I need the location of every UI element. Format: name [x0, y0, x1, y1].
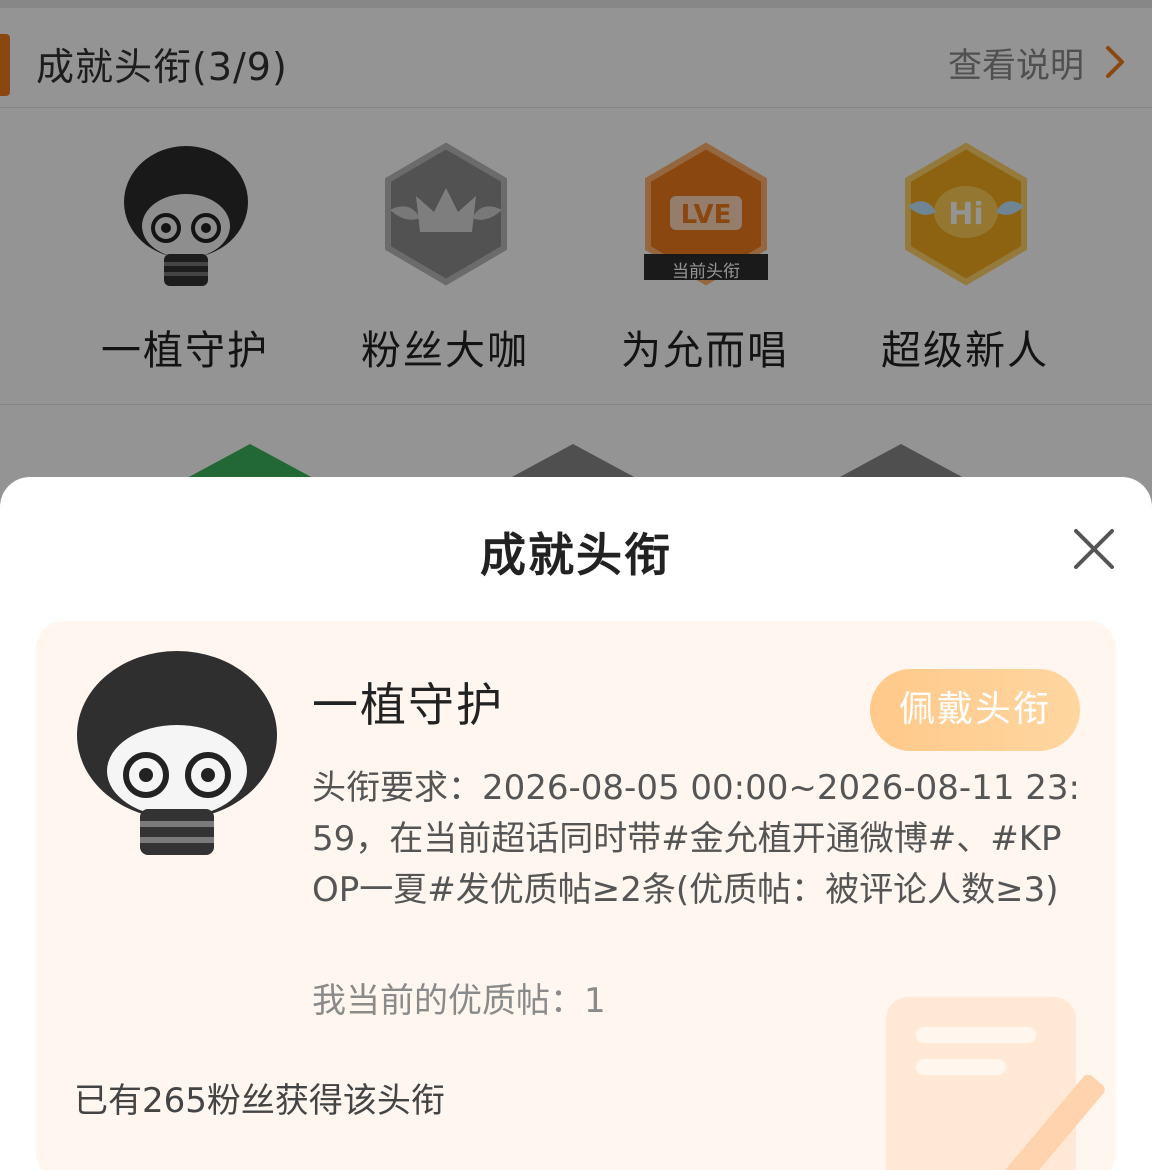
close-icon[interactable]	[1072, 527, 1116, 571]
chibi-avatar-icon	[77, 651, 277, 855]
achievement-sheet: 成就头衔 一植守护 佩戴头衔 头衔要求：2026-08-05 00:00~202…	[0, 477, 1152, 1170]
sheet-title: 成就头衔	[480, 528, 672, 582]
title-detail-card: 一植守护 佩戴头衔 头衔要求：2026-08-05 00:00~2026-08-…	[36, 621, 1116, 1170]
requirement-text: 头衔要求：2026-08-05 00:00~2026-08-11 23:59，在…	[312, 768, 1080, 910]
owners-count: 已有265粉丝获得该头衔	[74, 1081, 445, 1121]
card-title: 一植守护	[312, 678, 504, 732]
document-pencil-icon	[886, 997, 1105, 1170]
wear-title-button[interactable]: 佩戴头衔	[870, 669, 1080, 751]
current-status: 我当前的优质帖：1	[312, 981, 606, 1021]
